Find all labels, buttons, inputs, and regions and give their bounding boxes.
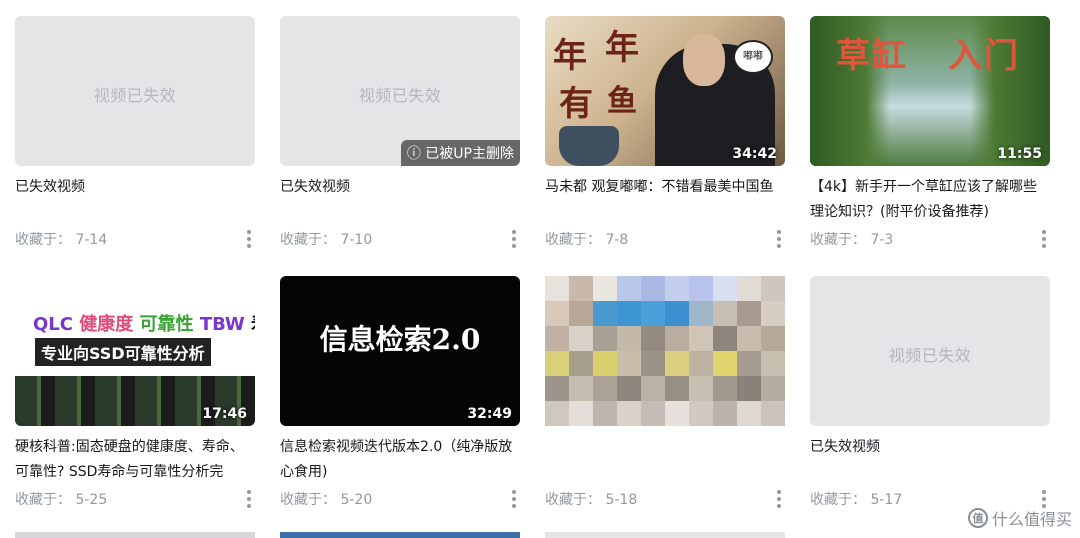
video-card[interactable]: QLC 健康度 可靠性 TBW 寿 专业向SSD可靠性分析 17:46 硬核科普… — [15, 276, 255, 516]
invalid-video-label: 视频已失效 — [358, 86, 442, 105]
favorite-date: 收藏于： 7-14 — [15, 232, 108, 248]
favorite-date: 收藏于： 5-25 — [15, 492, 108, 508]
next-row-thumbnail-edge — [15, 532, 255, 538]
thumb-word: 健康度 — [79, 314, 134, 335]
pixelated-thumbnail — [545, 276, 785, 426]
video-title[interactable]: 【4k】新手开一个草缸应该了解哪些理论知识？(附平价设备推荐) — [810, 175, 1048, 225]
thumb-word: 可靠性 — [139, 314, 194, 335]
deleted-by-uploader-badge: ⓘ 已被UP主删除 — [400, 140, 520, 166]
video-card[interactable]: 信息检索2.0 32:49 信息检索视频迭代版本2.0（纯净版放心食用) 收藏于… — [280, 276, 520, 516]
video-card[interactable]: 视频已失效 已失效视频 收藏于： 7-14 — [15, 16, 255, 256]
watermark-logo-icon: 值 — [967, 508, 988, 528]
video-title[interactable]: 马未都 观复嘟嘟：不错看最美中国鱼 — [545, 175, 783, 200]
video-thumbnail[interactable]: 视频已失效 ⓘ 已被UP主删除 — [280, 16, 520, 166]
favorite-date: 收藏于： 5-20 — [280, 492, 373, 508]
thumb-word: 寿 — [251, 314, 255, 335]
video-card[interactable]: 视频已失效 ⓘ 已被UP主删除 已失效视频 收藏于： 7-10 — [280, 16, 520, 256]
thumb-speech-bubble: 嘟嘟 — [733, 40, 773, 74]
deleted-badge-text: 已被UP主删除 — [425, 146, 514, 162]
video-title[interactable]: 已失效视频 — [810, 435, 1048, 460]
video-card[interactable]: 年 年 有 鱼 嘟嘟 34:42 马未都 观复嘟嘟：不错看最美中国鱼 收藏于： … — [545, 16, 785, 256]
thumb-word: QLC — [33, 314, 73, 335]
more-options-icon[interactable] — [771, 229, 787, 249]
more-options-icon[interactable] — [506, 229, 522, 249]
video-card[interactable]: 收藏于： 5-18 — [545, 276, 785, 516]
video-thumbnail[interactable]: QLC 健康度 可靠性 TBW 寿 专业向SSD可靠性分析 17:46 — [15, 276, 255, 426]
video-duration: 32:49 — [467, 406, 512, 422]
video-duration: 17:46 — [202, 406, 247, 422]
video-thumbnail[interactable]: 信息检索2.0 32:49 — [280, 276, 520, 426]
favorite-date: 收藏于： 5-18 — [545, 492, 638, 508]
thumb-calligraphy: 年 — [553, 36, 587, 76]
video-title[interactable]: 信息检索视频迭代版本2.0（纯净版放心食用) — [280, 435, 518, 485]
video-duration: 11:55 — [997, 146, 1042, 162]
more-options-icon[interactable] — [506, 489, 522, 509]
favorite-date: 收藏于： 7-3 — [810, 232, 894, 248]
favorite-date: 收藏于： 7-10 — [280, 232, 373, 248]
video-thumbnail[interactable] — [545, 276, 785, 426]
more-options-icon[interactable] — [241, 229, 257, 249]
video-card[interactable]: 草缸 入门 11:55 【4k】新手开一个草缸应该了解哪些理论知识？(附平价设备… — [810, 16, 1050, 256]
video-thumbnail[interactable]: 视频已失效 — [15, 16, 255, 166]
thumb-calligraphy: 鱼 — [607, 84, 637, 119]
video-thumbnail[interactable]: 年 年 有 鱼 嘟嘟 34:42 — [545, 16, 785, 166]
more-options-icon[interactable] — [241, 489, 257, 509]
video-thumbnail[interactable]: 视频已失效 — [810, 276, 1050, 426]
more-options-icon[interactable] — [1036, 229, 1052, 249]
thumb-headline: QLC 健康度 可靠性 TBW 寿 — [33, 310, 255, 336]
more-options-icon[interactable] — [771, 489, 787, 509]
video-title[interactable]: 已失效视频 — [15, 175, 253, 200]
thumb-title-text: 草缸 — [836, 36, 908, 76]
favorite-date: 收藏于： 7-8 — [545, 232, 629, 248]
invalid-video-label: 视频已失效 — [93, 86, 177, 105]
thumb-title-text: 入门 — [948, 36, 1020, 76]
site-watermark: 值 什么值得买 — [967, 506, 1072, 530]
video-thumbnail[interactable]: 草缸 入门 11:55 — [810, 16, 1050, 166]
thumb-title-text: 信息检索2.0 — [319, 323, 481, 356]
thumb-word: TBW — [199, 314, 245, 335]
watermark-text: 什么值得买 — [991, 510, 1072, 529]
video-card[interactable]: 视频已失效 已失效视频 收藏于： 5-17 — [810, 276, 1050, 516]
thumb-calligraphy: 年 — [605, 28, 639, 68]
favorite-date: 收藏于： 5-17 — [810, 492, 903, 508]
invalid-video-label: 视频已失效 — [888, 346, 972, 365]
thumb-calligraphy: 有 — [559, 84, 593, 124]
next-row-thumbnail-edge — [545, 532, 785, 538]
video-duration: 34:42 — [732, 146, 777, 162]
video-title[interactable]: 已失效视频 — [280, 175, 518, 200]
thumb-subheadline: 专业向SSD可靠性分析 — [35, 338, 211, 366]
next-row-thumbnail-edge — [280, 532, 520, 538]
video-title[interactable]: 硬核科普:固态硬盘的健康度、寿命、可靠性? SSD寿命与可靠性分析完 — [15, 435, 253, 485]
thumb-face — [683, 34, 725, 86]
thumb-bowl — [559, 126, 619, 166]
info-icon: ⓘ — [406, 146, 421, 162]
